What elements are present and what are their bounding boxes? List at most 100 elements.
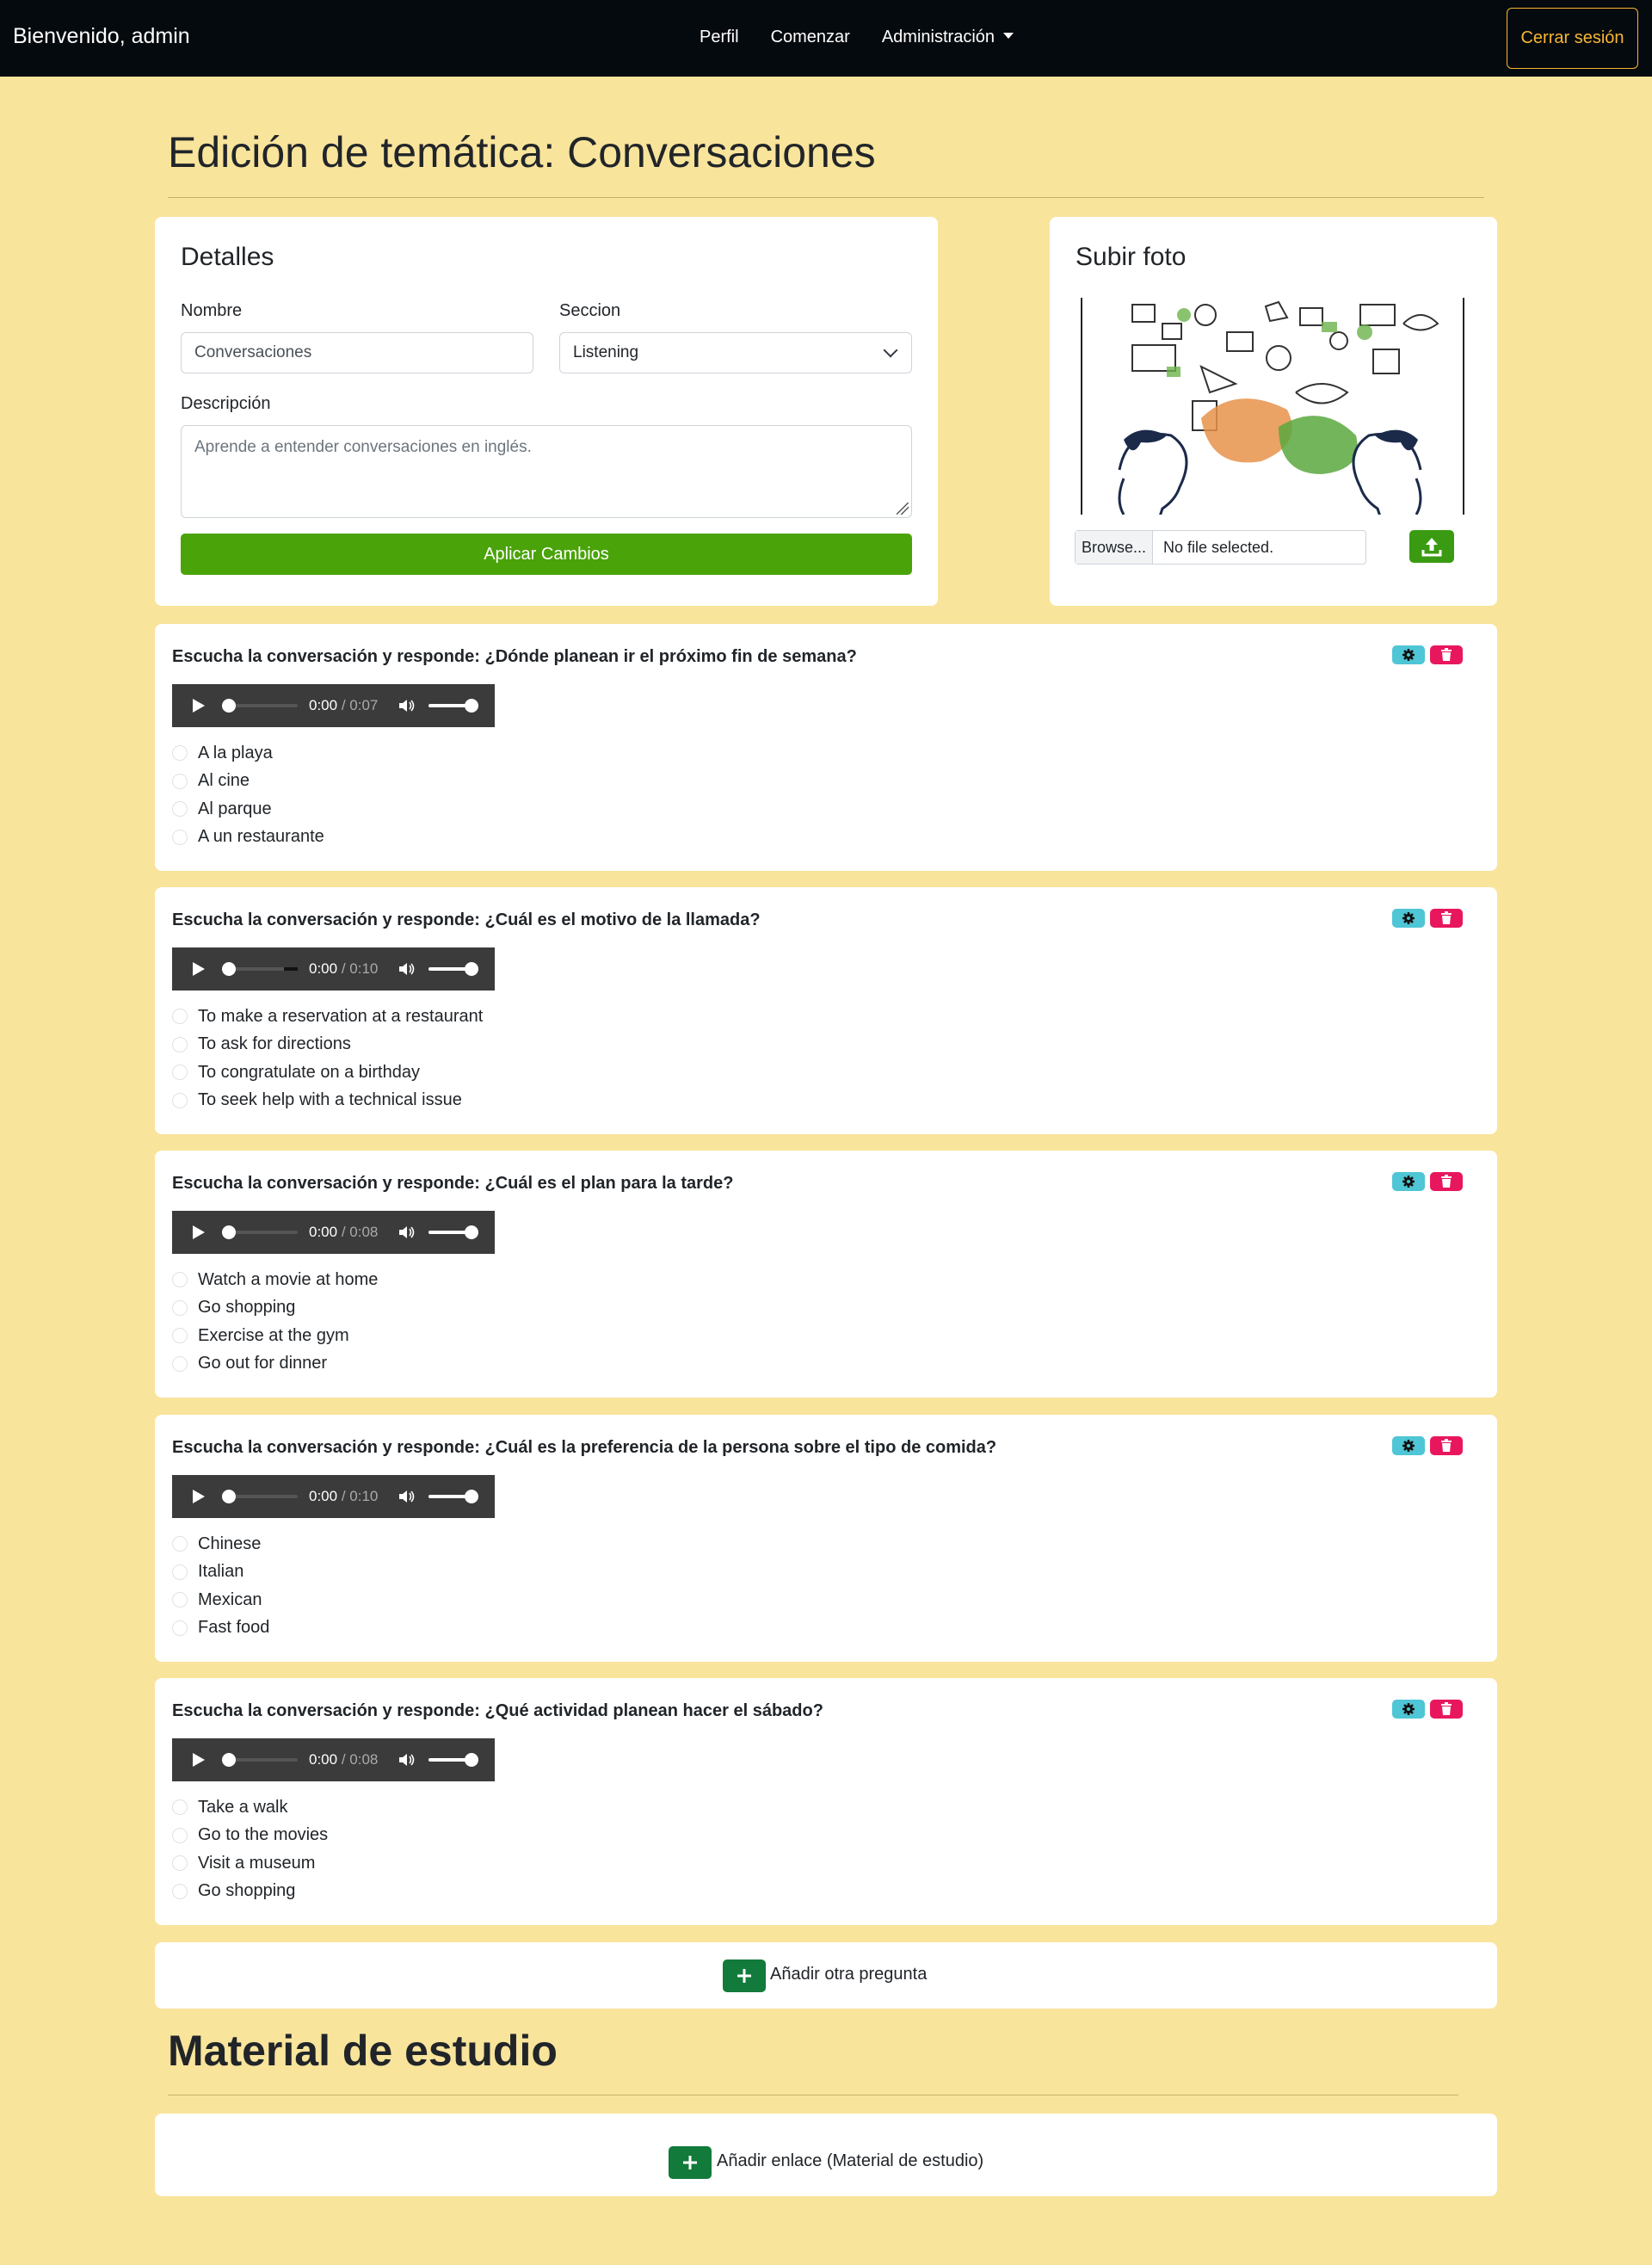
answer-radio[interactable] [172,1799,188,1815]
answer-option[interactable]: Take a walk [172,1797,288,1818]
audio-progress-knob[interactable] [222,699,236,713]
audio-player[interactable]: 0:00 / 0:07 [172,684,495,727]
audio-progress-knob[interactable] [222,1490,236,1503]
edit-question-button[interactable] [1392,1436,1425,1455]
volume-icon[interactable] [398,1224,415,1241]
gear-icon [1402,649,1415,661]
section-select[interactable]: Listening [559,332,912,373]
answer-option[interactable]: To make a reservation at a restaurant [172,1006,483,1027]
browse-button[interactable]: Browse... [1076,531,1153,564]
answer-radio[interactable] [172,829,188,845]
answer-radio[interactable] [172,773,188,789]
resize-handle-icon[interactable] [897,503,909,515]
audio-player[interactable]: 0:00 / 0:08 [172,1211,495,1254]
audio-progress-knob[interactable] [222,1753,236,1767]
answer-radio[interactable] [172,1564,188,1580]
answer-option[interactable]: A la playa [172,743,273,763]
add-link-button[interactable] [669,2146,712,2179]
answer-option[interactable]: Go shopping [172,1298,295,1318]
answer-radio[interactable] [172,1036,188,1052]
volume-icon[interactable] [398,697,415,714]
answer-radio[interactable] [172,1827,188,1843]
audio-player[interactable]: 0:00 / 0:10 [172,1475,495,1518]
answer-radio[interactable] [172,1328,188,1343]
volume-icon[interactable] [398,1751,415,1768]
description-textarea[interactable]: Aprende a entender conversaciones en ing… [181,425,912,518]
answer-radio[interactable] [172,1092,188,1108]
delete-question-button[interactable] [1430,1700,1463,1719]
answer-radio[interactable] [172,1855,188,1871]
audio-progress-track[interactable] [229,704,298,707]
audio-duration: / 0:08 [341,1224,379,1240]
edit-question-button[interactable] [1392,645,1425,664]
answer-option[interactable]: To seek help with a technical issue [172,1090,462,1111]
audio-current-time: 0:00 [309,697,338,713]
delete-question-button[interactable] [1430,1436,1463,1455]
audio-progress-track[interactable] [229,1758,298,1762]
answer-radio[interactable] [172,1272,188,1287]
answer-option[interactable]: To congratulate on a birthday [172,1062,420,1083]
nav-link-perfil[interactable]: Perfil [700,28,739,47]
answer-radio[interactable] [172,1065,188,1080]
audio-progress-knob[interactable] [222,1225,236,1239]
audio-current-time: 0:00 [309,1751,338,1768]
play-icon[interactable] [193,962,205,976]
answer-option[interactable]: Al parque [172,799,272,819]
play-icon[interactable] [193,699,205,713]
edit-question-button[interactable] [1392,1172,1425,1191]
answer-option[interactable]: Watch a movie at home [172,1269,378,1290]
play-icon[interactable] [193,1225,205,1239]
answer-radio[interactable] [172,1536,188,1552]
edit-question-button[interactable] [1392,1700,1425,1719]
answer-label: Chinese [198,1534,262,1553]
upload-button[interactable] [1409,530,1454,563]
file-input[interactable]: Browse... No file selected. [1075,530,1366,565]
volume-knob[interactable] [465,1753,478,1767]
edit-question-button[interactable] [1392,909,1425,928]
answer-option[interactable]: A un restaurante [172,827,324,848]
answer-radio[interactable] [172,1883,188,1899]
answer-radio[interactable] [172,1009,188,1024]
answer-radio[interactable] [172,1620,188,1636]
answer-radio[interactable] [172,1299,188,1316]
delete-question-button[interactable] [1430,1172,1463,1191]
answer-option[interactable]: Italian [172,1562,243,1583]
answer-option[interactable]: Mexican [172,1589,262,1610]
volume-icon[interactable] [398,1488,415,1505]
delete-question-button[interactable] [1430,645,1463,664]
audio-progress-knob[interactable] [222,962,236,976]
volume-knob[interactable] [465,1490,478,1503]
audio-player[interactable]: 0:00 / 0:10 [172,947,495,991]
answer-label: Go shopping [198,1298,296,1317]
delete-question-button[interactable] [1430,909,1463,928]
answer-option[interactable]: Chinese [172,1534,261,1554]
answer-option[interactable]: Go to the movies [172,1825,328,1846]
answer-option[interactable]: Go out for dinner [172,1354,327,1374]
nav-link-comenzar[interactable]: Comenzar [771,28,850,47]
play-icon[interactable] [193,1490,205,1503]
audio-progress-track[interactable] [229,1231,298,1234]
volume-knob[interactable] [465,1225,478,1239]
answer-option[interactable]: Fast food [172,1618,269,1639]
answer-option[interactable]: Visit a museum [172,1853,315,1873]
answer-option[interactable]: Exercise at the gym [172,1325,349,1346]
apply-changes-button[interactable]: Aplicar Cambios [181,534,912,575]
audio-player[interactable]: 0:00 / 0:08 [172,1738,495,1781]
answer-radio[interactable] [172,745,188,761]
answer-option[interactable]: Go shopping [172,1881,295,1902]
answer-option[interactable]: Al cine [172,771,250,792]
audio-progress-track[interactable] [229,1495,298,1498]
logout-button[interactable]: Cerrar sesión [1507,8,1638,69]
volume-knob[interactable] [465,699,478,713]
name-input[interactable]: Conversaciones [181,332,533,373]
nav-dropdown-administracion[interactable]: Administración [882,28,1014,47]
volume-icon[interactable] [398,960,415,978]
answer-radio[interactable] [172,1355,188,1372]
answer-option[interactable]: To ask for directions [172,1034,351,1055]
audio-current-time: 0:00 [309,1488,338,1504]
play-icon[interactable] [193,1753,205,1767]
answer-radio[interactable] [172,801,188,817]
answer-radio[interactable] [172,1592,188,1608]
add-question-button[interactable] [723,1960,766,1992]
volume-knob[interactable] [465,962,478,976]
